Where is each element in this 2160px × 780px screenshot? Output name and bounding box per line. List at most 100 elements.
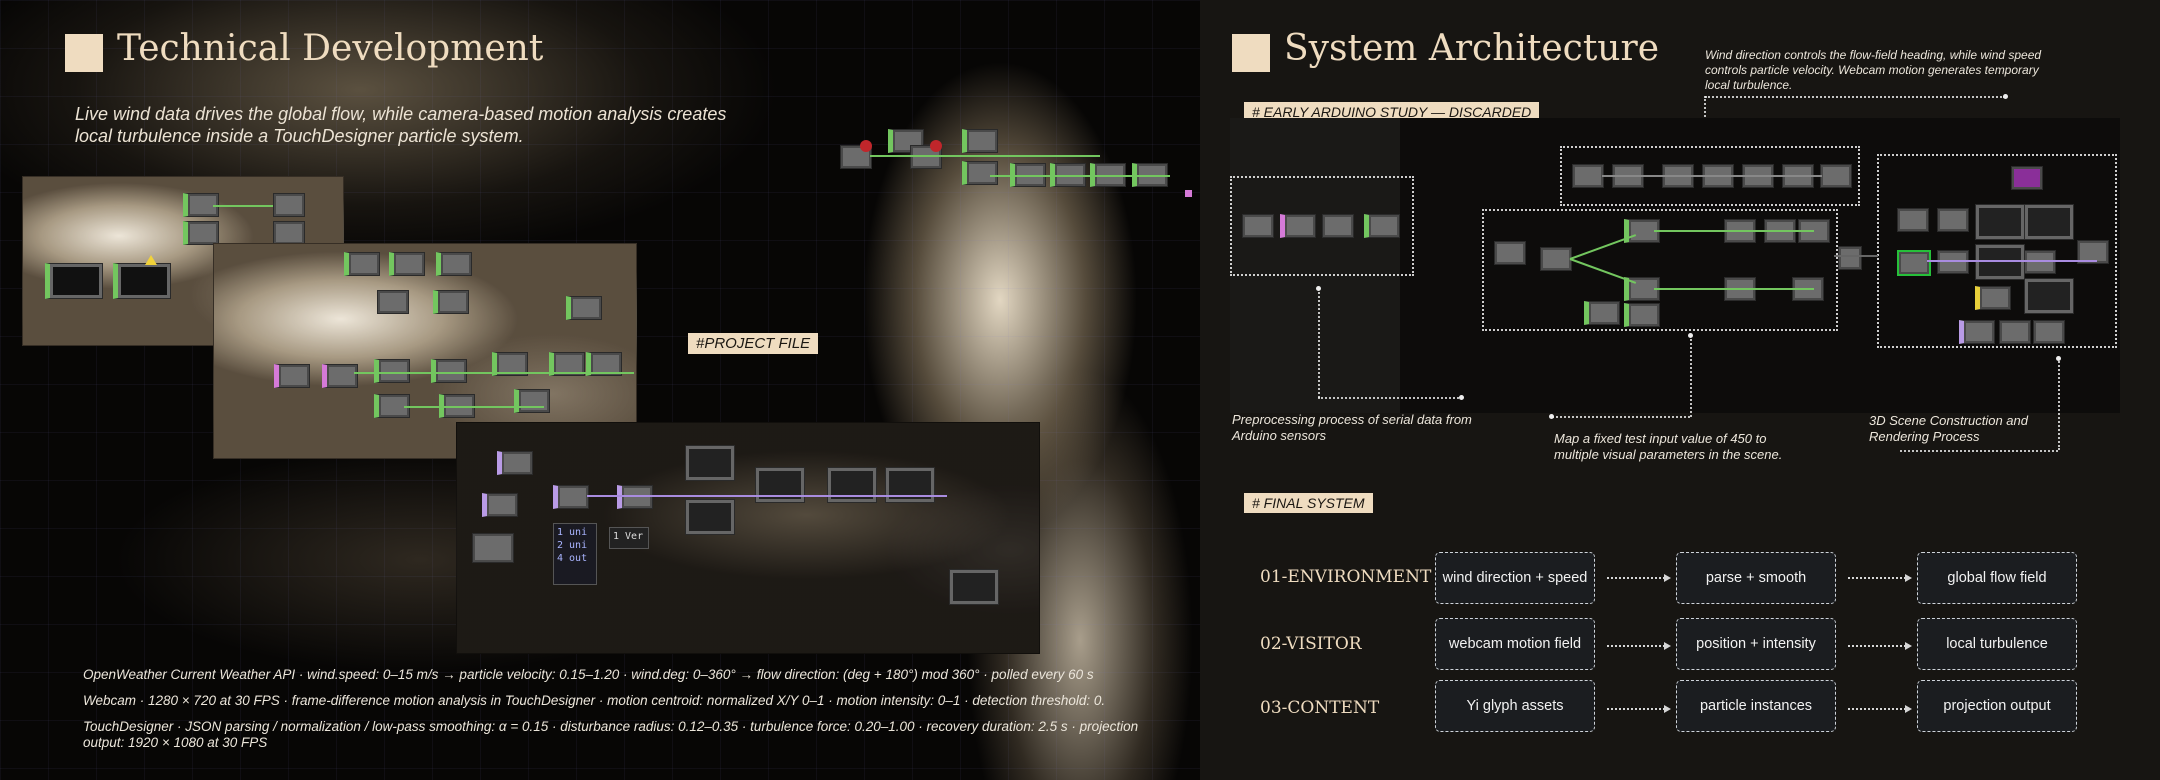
footnote-touchdesigner: TouchDesigner · JSON parsing / normaliza… [83,719,1139,750]
footnote-weather: OpenWeather Current Weather API · wind.s… [83,667,1094,682]
value-mapping-group [1482,209,1838,331]
flow-arrow [1607,574,1671,582]
leader-dot [1459,395,1464,400]
page: Technical Development Live wind data dri… [0,0,2160,780]
operator-node [274,364,310,388]
node-wire [1602,175,1822,177]
node-wire [1927,260,2097,262]
operator-node [1937,208,1969,232]
operator-node [374,359,410,383]
network-screenshot-3: 1 uni 2 uni 4 out 1 Ver [456,422,1040,654]
leader-line [1705,96,2005,98]
operator-node [553,485,589,509]
operator-node [1364,214,1400,238]
system-architecture-panel: System Architecture Wind direction contr… [1200,0,2160,780]
row-label-visitor: 02-VISITOR [1260,634,1362,654]
viewer-node [949,569,999,605]
viewer-node [685,445,735,481]
code-line: 2 uni [557,540,588,551]
operator-node [514,389,550,413]
step-wind-direction-speed: wind direction + speed [1435,552,1595,604]
scene-render-group [1877,154,2117,348]
node-wire [990,175,1170,177]
operator-node [482,493,518,517]
operator-node [273,221,305,245]
row-label-content: 03-CONTENT [1260,698,1380,718]
page-title: Technical Development [117,28,544,69]
operator-node [1975,286,2011,310]
footnote-webcam: Webcam · 1280 × 720 at 30 FPS · frame-di… [83,693,1106,708]
architecture-note: Wind direction controls the flow-field h… [1705,48,2042,92]
caption-scene: 3D Scene Construction and Rendering Proc… [1869,413,2028,444]
operator-node [1572,164,1604,188]
code-node: 1 uni 2 uni 4 out [553,523,597,585]
leader-line [1318,397,1462,399]
step-position-intensity: position + intensity [1676,618,1836,670]
subtitle: Live wind data drives the global flow, w… [75,104,727,146]
operator-node [377,290,409,314]
operator-node [1937,250,1969,274]
step-particle-instances: particle instances [1676,680,1836,732]
step-yi-glyph-assets: Yi glyph assets [1435,680,1595,732]
viewer-node [2024,204,2074,240]
node-wire [404,406,544,408]
step-global-flow-field: global flow field [1917,552,2077,604]
operator-node [431,359,467,383]
node-wire [1834,255,1878,257]
leader-line [1552,416,1690,418]
text-node: 1 Ver [609,527,649,549]
step-parse-smooth: parse + smooth [1676,552,1836,604]
input-chain-group [1560,146,1860,206]
title-marker [65,34,103,72]
operator-node [1540,247,1572,271]
operator-node [1494,241,1526,265]
operator-node [2011,166,2043,190]
operator-node [322,364,358,388]
viewer-node [1975,204,2025,240]
project-file-tag: #PROJECT FILE [688,333,819,354]
operator-node [1280,214,1316,238]
leader-dot [2003,94,2008,99]
title-marker [1232,34,1270,72]
caption-map: Map a fixed test input value of 450 to m… [1554,431,1783,462]
leader-dot [1549,414,1554,419]
leader-line [1690,335,1692,417]
text-node-label: 1 Ver [613,531,644,542]
operator-node [566,296,602,320]
operator-node [1897,208,1929,232]
operator-node [1242,214,1274,238]
node-wire [1569,258,1637,284]
flow-arrow [1607,642,1671,650]
technical-development-panel: Technical Development Live wind data dri… [0,0,1200,780]
operator-node [2024,250,2056,274]
section-title: System Architecture [1284,28,1659,69]
operator-node [1959,320,1995,344]
node-wire [870,155,1100,157]
error-icon [860,140,872,152]
architecture-diagram [1230,118,2120,413]
viewer-node [45,263,103,299]
viewer-node [113,263,171,299]
operator-node [2033,320,2065,344]
operator-node [962,129,998,153]
viewer-node [2024,278,2074,314]
code-line: 4 out [557,553,588,564]
node-wire [587,495,947,497]
operator-node [389,252,425,276]
viewer-node [1975,244,2025,280]
serial-preprocess-group [1230,176,1414,276]
output-flag [1185,190,1192,197]
leader-line [1318,288,1320,398]
operator-node [1624,303,1660,327]
operator-node [1838,246,1862,270]
leader-line [1900,450,2058,452]
final-system-tag: # FINAL SYSTEM [1244,493,1373,513]
flow-arrow [1607,705,1671,713]
caption-serial: Preprocessing process of serial data fro… [1232,412,1472,443]
viewer-node [685,499,735,535]
row-label-environment: 01-ENVIRONMENT [1260,567,1432,587]
flow-arrow [1848,574,1912,582]
operator-node [472,533,514,563]
operator-node [962,161,998,185]
flow-arrow [1848,642,1912,650]
